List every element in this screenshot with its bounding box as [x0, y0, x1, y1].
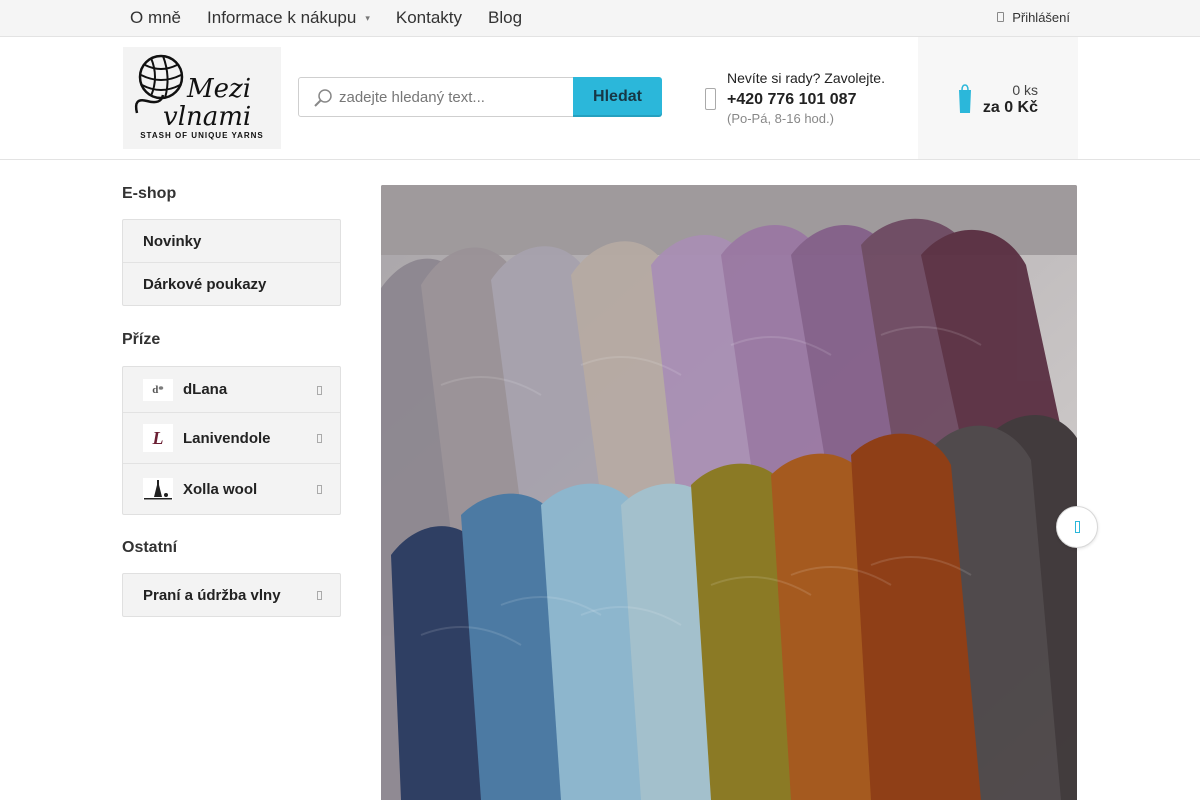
chevron-right-icon — [1075, 521, 1080, 533]
contact-hours: (Po-Pá, 8-16 hod.) — [727, 111, 834, 126]
lanivendole-logo: L — [143, 424, 173, 452]
header: Mezi vlnami STASH OF UNIQUE YARNS Hledat… — [0, 37, 1200, 160]
nav-item-label: Blog — [488, 8, 523, 27]
sidebar-item-gift-vouchers[interactable]: Dárkové poukazy — [123, 262, 340, 305]
sidebar: E-shop Novinky Dárkové poukazy Příze d* … — [122, 185, 341, 617]
sidebar-item-novinky[interactable]: Novinky — [123, 220, 340, 262]
svg-text:Mezi: Mezi — [186, 74, 251, 104]
nav-item-label: Kontakty — [395, 8, 463, 27]
nav-item-contacts[interactable]: Kontakty — [396, 8, 462, 28]
sidebar-item-label: Xolla wool — [183, 480, 258, 498]
lock-icon — [997, 12, 1005, 22]
login-label: Přihlášení — [1012, 9, 1070, 25]
sidebar-item-washing-care[interactable]: Praní a údržba vlny — [123, 574, 340, 616]
sidebar-item-label: dLana — [183, 381, 228, 398]
nav-item-about[interactable]: O mně — [130, 8, 181, 28]
yarn-ball-logo-icon: Mezi vlnami STASH OF UNIQUE YARNS — [134, 54, 264, 140]
sidebar-menu: Novinky Dárkové poukazy — [122, 219, 341, 306]
chevron-right-icon — [317, 485, 322, 494]
sidebar-item-label: Lanivendole — [183, 429, 271, 447]
chevron-right-icon — [317, 591, 322, 600]
sidebar-item-label: Praní a údržba vlny — [143, 586, 281, 604]
sidebar-item-lanivendole[interactable]: L Lanivendole — [123, 412, 340, 463]
sidebar-section-title: E-shop — [122, 185, 177, 202]
sidebar-item-xolla-wool[interactable]: Xolla wool — [123, 463, 340, 514]
shopping-bag-icon — [959, 84, 971, 113]
chevron-right-icon — [317, 434, 322, 443]
nav-item-label: Informace k nákupu — [207, 8, 357, 27]
svg-text:vlnami: vlnami — [163, 102, 251, 132]
cart[interactable]: 0 ks za 0 Kč — [918, 37, 1078, 159]
sidebar-section-title: Příze — [122, 331, 161, 348]
dlana-logo: d* — [143, 378, 173, 401]
slider-next-button[interactable] — [1056, 506, 1098, 548]
xolla-logo-icon — [143, 478, 173, 500]
phone-icon — [705, 88, 716, 110]
cart-quantity: 0 ks — [1012, 82, 1038, 98]
search-field — [298, 77, 574, 117]
logo-tagline: STASH OF UNIQUE YARNS — [140, 131, 264, 140]
sidebar-item-dlana[interactable]: d* dLana — [123, 367, 340, 412]
nav-item-label: O mně — [130, 8, 182, 27]
contact-phone[interactable]: +420 776 101 087 — [727, 91, 856, 109]
search-button[interactable]: Hledat — [573, 77, 662, 117]
search-input[interactable] — [339, 78, 565, 116]
search-bar: Hledat — [298, 77, 662, 117]
hero-banner-image[interactable] — [381, 185, 1077, 800]
sidebar-item-label: Dárkové poukazy — [143, 275, 267, 293]
nav-item-blog[interactable]: Blog — [488, 8, 522, 28]
sidebar-item-label: Novinky — [143, 232, 202, 250]
search-icon — [314, 89, 332, 107]
cart-total: za 0 Kč — [982, 99, 1038, 116]
top-bar: O mně Informace k nákupu ▾ Kontakty Blog … — [0, 0, 1200, 37]
sidebar-menu: d* dLana L Lanivendole Xolla wool — [122, 366, 341, 515]
site-logo[interactable]: Mezi vlnami STASH OF UNIQUE YARNS — [123, 47, 281, 149]
sidebar-menu: Praní a údržba vlny — [122, 573, 341, 617]
contact-question: Nevíte si rady? Zavolejte. — [727, 70, 885, 86]
chevron-down-icon: ▾ — [365, 12, 370, 23]
nav-item-shopping-info[interactable]: Informace k nákupu ▾ — [207, 8, 370, 28]
top-navigation: O mně Informace k nákupu ▾ Kontakty Blog — [122, 0, 540, 36]
yarn-skeins-photo — [381, 185, 1077, 800]
login-link[interactable]: Přihlášení — [997, 0, 1070, 34]
sidebar-section-title: Ostatní — [122, 539, 178, 556]
chevron-right-icon — [317, 385, 322, 395]
